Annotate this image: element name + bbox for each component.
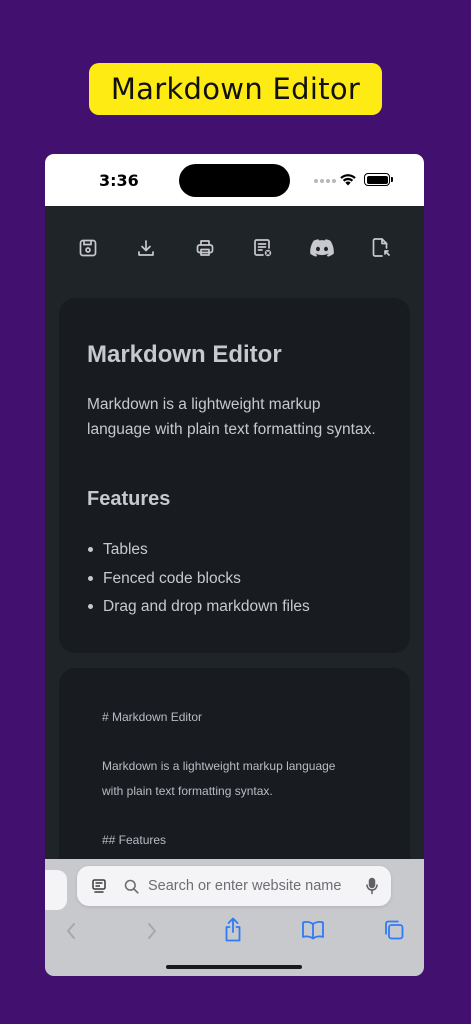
download-icon[interactable] <box>134 236 158 260</box>
forward-chevron-icon[interactable] <box>146 921 158 941</box>
document-settings-icon[interactable] <box>251 236 275 260</box>
promo-banner: Markdown Editor <box>89 63 382 115</box>
phone-screen: 3:36 Markdown Editor Markdown is a light… <box>45 154 424 976</box>
source-line: ## Features <box>102 833 167 847</box>
source-line: with plain text formatting syntax. <box>102 784 273 798</box>
tabs-icon[interactable] <box>383 919 405 941</box>
source-line: # Markdown Editor <box>102 710 203 724</box>
battery-icon <box>364 173 393 186</box>
preview-card: Markdown Editor Markdown is a lightweigh… <box>59 298 410 653</box>
dynamic-island <box>179 164 290 197</box>
preview-title: Markdown Editor <box>87 341 282 368</box>
previous-tab-stub[interactable] <box>45 870 67 910</box>
browser-toolbar: Search or enter website name <box>45 859 424 976</box>
address-bar[interactable]: Search or enter website name <box>77 866 391 906</box>
wifi-icon <box>340 174 356 186</box>
browser-nav-row <box>45 917 424 949</box>
status-time: 3:36 <box>99 171 139 190</box>
discord-icon[interactable] <box>309 236 335 260</box>
status-bar: 3:36 <box>45 154 424 206</box>
back-chevron-icon[interactable] <box>65 921 77 941</box>
bookmarks-icon[interactable] <box>301 920 325 940</box>
list-item: Fenced code blocks <box>87 567 310 596</box>
signal-icon <box>314 178 340 184</box>
search-icon <box>124 879 139 894</box>
home-indicator <box>166 965 302 969</box>
save-icon[interactable] <box>76 236 100 260</box>
microphone-icon[interactable] <box>366 877 378 895</box>
file-export-icon[interactable] <box>369 236 393 260</box>
search-input[interactable]: Search or enter website name <box>148 878 341 894</box>
features-list: Tables Fenced code blocks Drag and drop … <box>87 538 310 624</box>
preview-paragraph: Markdown is a lightweight markup languag… <box>87 396 376 438</box>
list-item: Drag and drop markdown files <box>87 595 310 624</box>
source-line: Markdown is a lightweight markup languag… <box>102 759 336 773</box>
share-icon[interactable] <box>223 917 243 943</box>
print-icon[interactable] <box>193 236 217 260</box>
reader-icon[interactable] <box>91 878 107 894</box>
preview-features-heading: Features <box>87 488 171 510</box>
list-item: Tables <box>87 538 310 567</box>
